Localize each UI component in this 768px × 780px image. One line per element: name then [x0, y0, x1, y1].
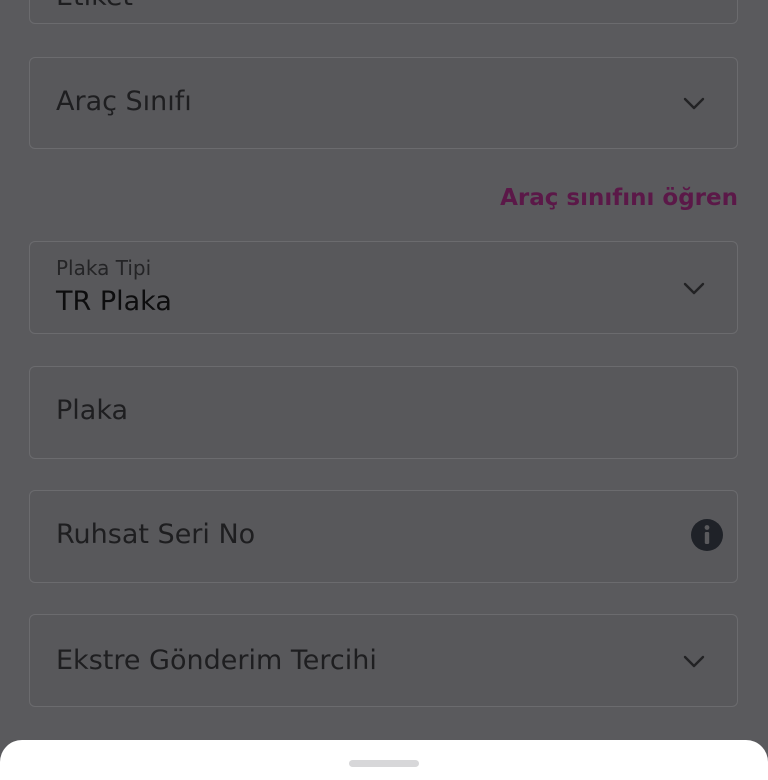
plaka-tipi-dropdown[interactable]: Plaka Tipi TR Plaka [29, 241, 738, 334]
vehicle-form-page: Etiket Araç Sınıfı Araç sınıfını öğren P… [0, 0, 768, 780]
arac-sinifi-ogren-link[interactable]: Araç sınıfını öğren [500, 185, 738, 211]
etiket-placeholder: Etiket [56, 0, 133, 12]
bottom-sheet[interactable] [0, 740, 768, 780]
etiket-field[interactable]: Etiket [29, 0, 738, 24]
chevron-down-icon [683, 655, 705, 669]
chevron-down-icon [683, 282, 705, 296]
ruhsat-seri-no-placeholder: Ruhsat Seri No [56, 519, 256, 550]
plaka-input[interactable]: Plaka [29, 366, 738, 459]
info-icon[interactable] [691, 519, 723, 551]
ekstre-gonderim-tercihi-placeholder: Ekstre Gönderim Tercihi [56, 645, 377, 676]
ruhsat-seri-no-input[interactable]: Ruhsat Seri No [29, 490, 738, 583]
plaka-tipi-value: TR Plaka [56, 286, 172, 317]
arac-sinifi-placeholder: Araç Sınıfı [56, 86, 192, 117]
plaka-tipi-label: Plaka Tipi [56, 256, 152, 280]
ekstre-gonderim-tercihi-dropdown[interactable]: Ekstre Gönderim Tercihi [29, 614, 738, 707]
arac-sinifi-dropdown[interactable]: Araç Sınıfı [29, 57, 738, 149]
plaka-placeholder: Plaka [56, 395, 129, 426]
sheet-drag-handle[interactable] [349, 760, 419, 767]
chevron-down-icon [683, 97, 705, 111]
